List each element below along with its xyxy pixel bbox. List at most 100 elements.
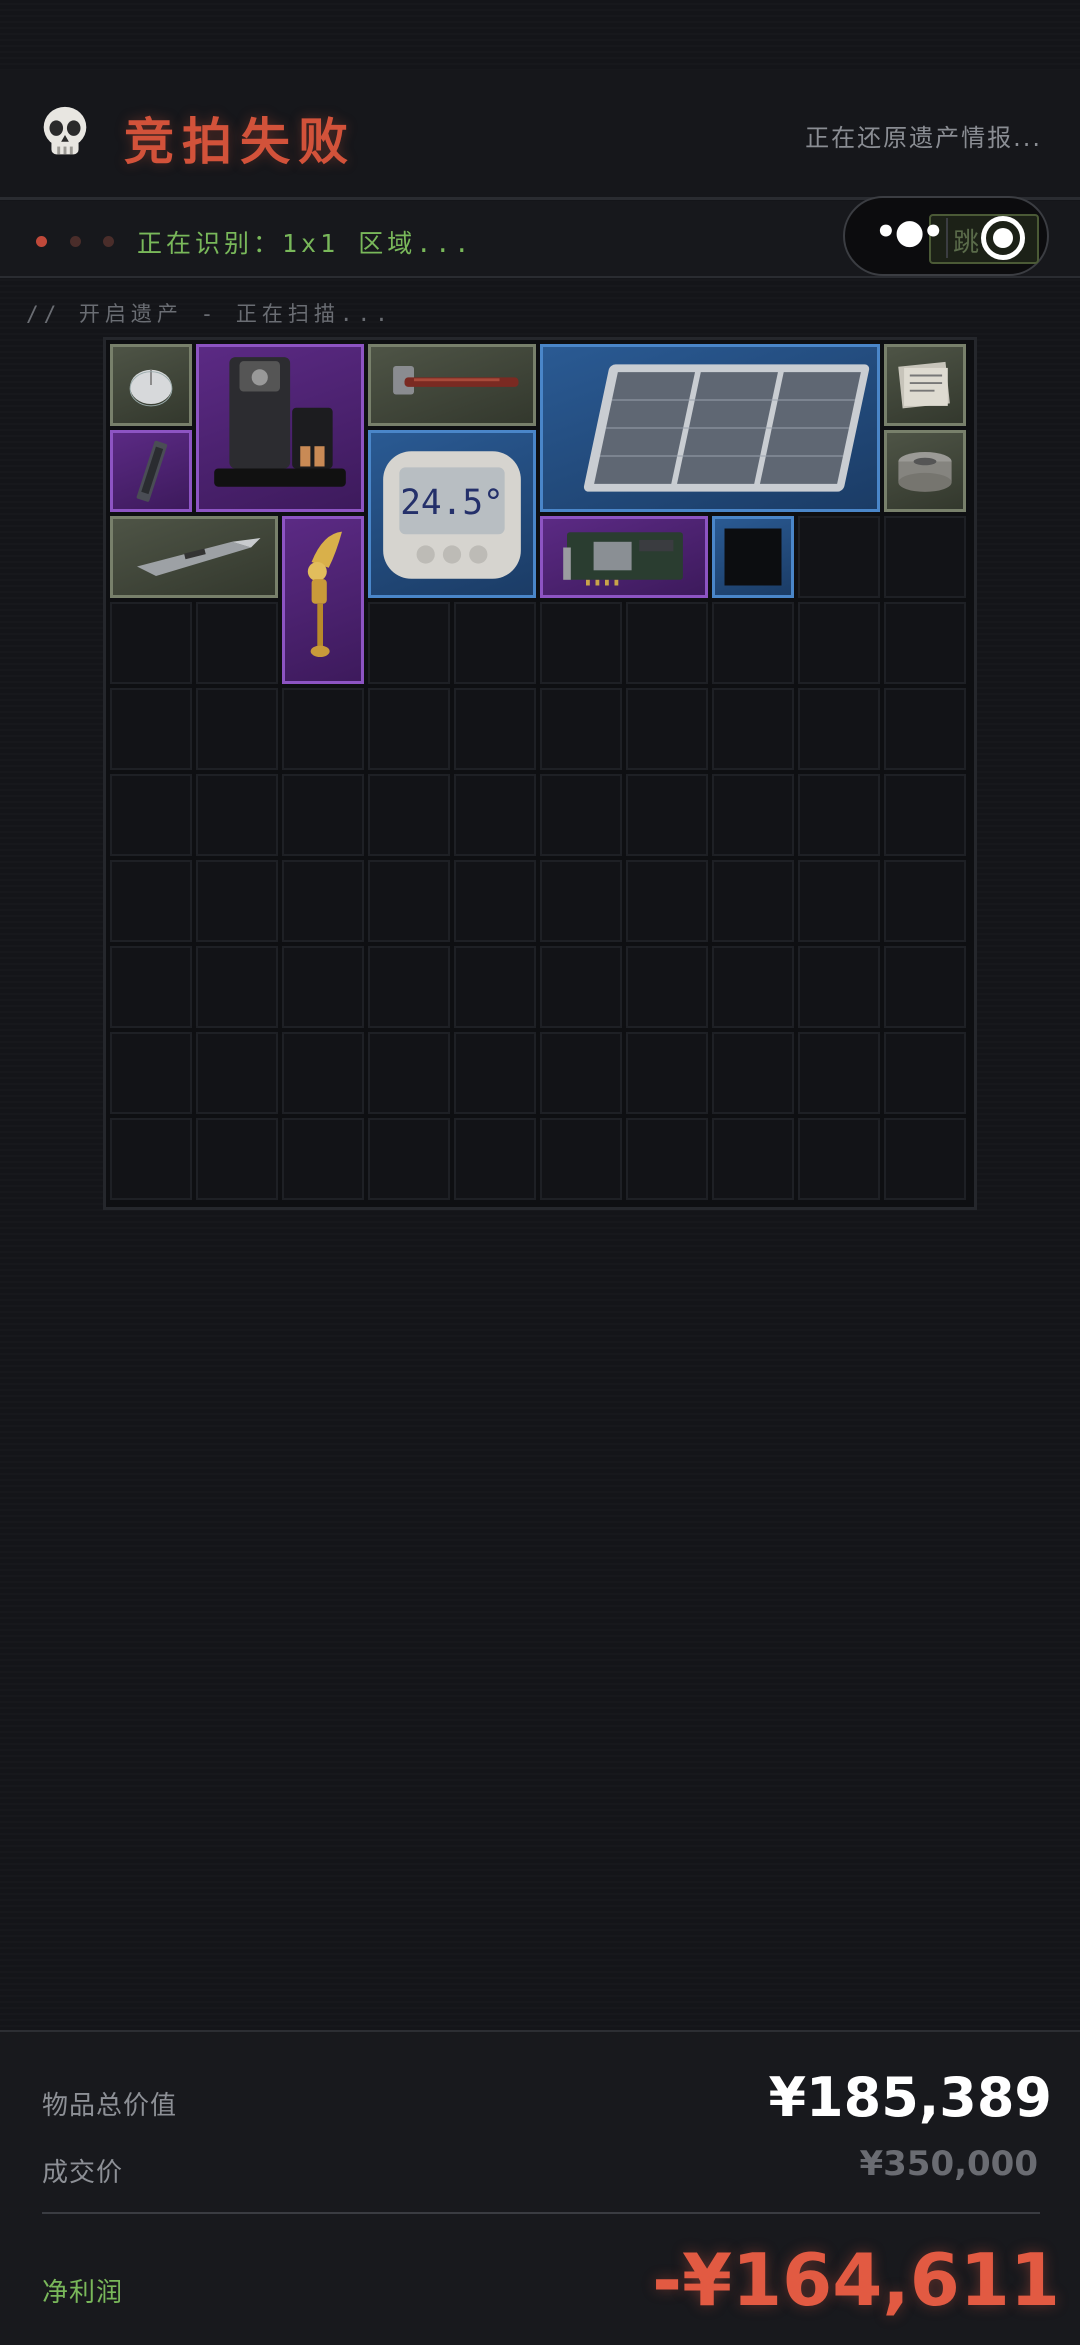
grid-cell[interactable] bbox=[368, 688, 450, 770]
item-golden-statue[interactable] bbox=[282, 516, 364, 684]
grid-cell[interactable] bbox=[368, 860, 450, 942]
grid-cell[interactable] bbox=[712, 1118, 794, 1200]
item-graphics-card[interactable] bbox=[540, 516, 708, 598]
grid-cell[interactable] bbox=[626, 602, 708, 684]
grid-cell[interactable] bbox=[798, 946, 880, 1028]
grid-cell[interactable] bbox=[454, 688, 536, 770]
summary-panel: 物品总价值 ¥185,389 成交价 ¥350,000 净利润 -¥164,61… bbox=[0, 2030, 1080, 2345]
grid-cell[interactable] bbox=[712, 860, 794, 942]
grid-cell[interactable] bbox=[368, 1118, 450, 1200]
grid-cell[interactable] bbox=[110, 1032, 192, 1114]
net-profit-label: 净利润 bbox=[42, 2278, 124, 2308]
grid-cell[interactable] bbox=[196, 860, 278, 942]
grid-cell[interactable] bbox=[626, 774, 708, 856]
recognizing-status: 正在识别：1x1 区域... bbox=[137, 229, 474, 258]
total-value: ¥185,389 bbox=[768, 2066, 1052, 2129]
mini-program-capsule: 跳 •●• bbox=[843, 196, 1049, 276]
grid-cell[interactable] bbox=[196, 1032, 278, 1114]
grid-cell[interactable] bbox=[540, 1118, 622, 1200]
grid-cell[interactable] bbox=[282, 1032, 364, 1114]
header: 竞拍失败 正在还原遗产情报... bbox=[0, 70, 1080, 200]
grid-cell[interactable] bbox=[798, 860, 880, 942]
grid-cell[interactable] bbox=[110, 1118, 192, 1200]
grid-cell[interactable] bbox=[626, 946, 708, 1028]
close-program-icon[interactable] bbox=[981, 216, 1025, 260]
grid-cell[interactable] bbox=[884, 516, 966, 598]
grid-cell[interactable] bbox=[368, 946, 450, 1028]
item-utility-knife[interactable] bbox=[110, 516, 278, 598]
grid-cell[interactable] bbox=[282, 860, 364, 942]
grid-cell[interactable] bbox=[282, 774, 364, 856]
page-title: 竞拍失败 bbox=[124, 113, 356, 171]
grid-cell[interactable] bbox=[368, 1032, 450, 1114]
grid-cell[interactable] bbox=[712, 774, 794, 856]
grid-cell[interactable] bbox=[712, 602, 794, 684]
grid-cell[interactable] bbox=[368, 602, 450, 684]
grid-cell[interactable] bbox=[626, 688, 708, 770]
grid-cell[interactable] bbox=[540, 688, 622, 770]
grid-cell[interactable] bbox=[196, 1118, 278, 1200]
grid-cell[interactable] bbox=[368, 774, 450, 856]
item-hammer[interactable] bbox=[368, 344, 536, 426]
grid-cell[interactable] bbox=[540, 774, 622, 856]
progress-dot bbox=[103, 236, 114, 247]
grid-cell[interactable] bbox=[798, 1032, 880, 1114]
grid-cell[interactable] bbox=[454, 1118, 536, 1200]
item-newspaper-stack[interactable] bbox=[884, 344, 966, 426]
grid-cell[interactable] bbox=[884, 1118, 966, 1200]
item-coffee-machine[interactable] bbox=[196, 344, 364, 512]
grid-cell[interactable] bbox=[798, 516, 880, 598]
grid-cell[interactable] bbox=[110, 774, 192, 856]
grid-cell[interactable] bbox=[884, 688, 966, 770]
grid-cell[interactable] bbox=[626, 1118, 708, 1200]
grid-cell[interactable] bbox=[712, 688, 794, 770]
grid-cell[interactable] bbox=[454, 1032, 536, 1114]
grid-cell[interactable] bbox=[884, 602, 966, 684]
more-options-icon[interactable]: •●• bbox=[875, 212, 944, 252]
grid-cell[interactable] bbox=[540, 602, 622, 684]
grid-cell[interactable] bbox=[196, 602, 278, 684]
grid-cell[interactable] bbox=[282, 1118, 364, 1200]
grid-cell[interactable] bbox=[110, 860, 192, 942]
grid-cell[interactable] bbox=[196, 946, 278, 1028]
grid-cell[interactable] bbox=[196, 774, 278, 856]
grid-cell[interactable] bbox=[712, 946, 794, 1028]
grid-cell[interactable] bbox=[798, 774, 880, 856]
grid-cell[interactable] bbox=[282, 946, 364, 1028]
page: 竞拍失败 正在还原遗产情报... 正在识别：1x1 区域... 跳 •●• //… bbox=[0, 0, 1080, 2345]
grid-cell[interactable] bbox=[540, 860, 622, 942]
grid-cell[interactable] bbox=[282, 688, 364, 770]
restore-status: 正在还原遗产情报... bbox=[805, 124, 1042, 152]
item-unknown[interactable] bbox=[712, 516, 794, 598]
total-value-label: 物品总价值 bbox=[42, 2091, 178, 2121]
grid-cell[interactable] bbox=[196, 688, 278, 770]
grid-cell[interactable] bbox=[798, 602, 880, 684]
grid-cell[interactable] bbox=[884, 860, 966, 942]
grid-cell[interactable] bbox=[454, 946, 536, 1028]
grid-cell[interactable] bbox=[626, 860, 708, 942]
grid-cell[interactable] bbox=[454, 602, 536, 684]
grid-cell[interactable] bbox=[110, 688, 192, 770]
grid-cell[interactable] bbox=[884, 1032, 966, 1114]
grid-cell[interactable] bbox=[798, 688, 880, 770]
item-digital-thermometer[interactable]: 24.5° bbox=[368, 430, 536, 598]
scan-status: // 开启遗产 - 正在扫描... bbox=[26, 302, 393, 326]
grid-cell[interactable] bbox=[454, 774, 536, 856]
grid-cell[interactable] bbox=[798, 1118, 880, 1200]
grid-cell[interactable] bbox=[884, 774, 966, 856]
grid-cell[interactable] bbox=[110, 602, 192, 684]
grid-cell[interactable] bbox=[454, 860, 536, 942]
item-computer-mouse[interactable] bbox=[110, 344, 192, 426]
grid-cell[interactable] bbox=[540, 1032, 622, 1114]
item-solar-panel[interactable] bbox=[540, 344, 880, 512]
grid-cell[interactable] bbox=[712, 1032, 794, 1114]
grid-cell[interactable] bbox=[884, 946, 966, 1028]
grid-cell[interactable] bbox=[110, 946, 192, 1028]
item-duct-tape[interactable] bbox=[884, 430, 966, 512]
progress-dot bbox=[70, 236, 81, 247]
grid-cell[interactable] bbox=[540, 946, 622, 1028]
thermometer-display: 24.5° bbox=[400, 483, 504, 523]
progress-dot-active bbox=[36, 236, 47, 247]
item-ram-stick[interactable] bbox=[110, 430, 192, 512]
grid-cell[interactable] bbox=[626, 1032, 708, 1114]
